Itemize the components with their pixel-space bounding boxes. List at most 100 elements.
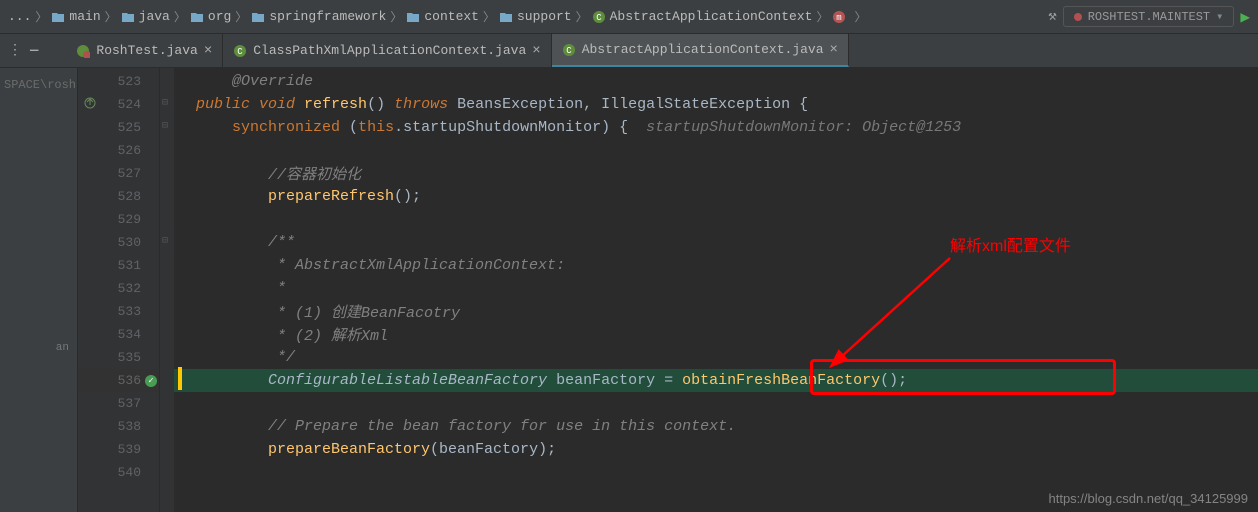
code-line[interactable]: prepareRefresh(); (160, 185, 1258, 208)
code-token: this (358, 119, 394, 136)
breadcrumb-item[interactable]: m (832, 10, 850, 24)
folder-icon (121, 10, 135, 24)
code-token: throws (394, 96, 457, 113)
code-token: refresh (304, 96, 367, 113)
breadcrumb-sep: 〉 (35, 8, 47, 25)
breadcrumb-label: context (424, 9, 479, 24)
breadcrumb-item[interactable]: context (406, 9, 479, 24)
close-icon[interactable]: × (204, 43, 212, 59)
code-token: (beanFactory); (430, 441, 556, 458)
code-line[interactable] (160, 392, 1258, 415)
caret-column-marker (178, 367, 182, 390)
breadcrumb-item[interactable]: main (51, 9, 100, 24)
code-token (178, 257, 268, 274)
editor-tab[interactable]: CAbstractApplicationContext.java× (552, 34, 849, 67)
fold-column: ⊟ ⊟ ⊟ (160, 68, 174, 512)
editor-tab[interactable]: RoshTest.java× (66, 34, 223, 67)
run-button[interactable]: ▶ (1240, 7, 1250, 27)
code-token: public void (196, 96, 304, 113)
breadcrumb-item[interactable]: springframework (251, 9, 386, 24)
code-token (178, 326, 268, 343)
breadcrumb-label: org (208, 9, 231, 24)
gutter-line[interactable]: 540 (78, 461, 159, 484)
override-icon[interactable] (84, 97, 96, 113)
code-token: * AbstractXmlApplicationContext: (268, 257, 565, 274)
chevron-right-icon: 〉 (105, 8, 117, 25)
run-config-selector[interactable]: ROSHTEST.MAINTEST ▾ (1063, 6, 1235, 27)
breadcrumb-item[interactable]: java (121, 9, 170, 24)
code-token: synchronized (232, 119, 349, 136)
editor-tab[interactable]: CClassPathXmlApplicationContext.java× (223, 34, 551, 67)
method-icon: m (832, 10, 846, 24)
code-line[interactable]: prepareBeanFactory(beanFactory); (160, 438, 1258, 461)
fold-handle-icon[interactable]: ⊟ (162, 97, 168, 109)
gutter-line[interactable]: 536✓ (78, 369, 159, 392)
gutter-line[interactable]: 538 (78, 415, 159, 438)
folder-icon (499, 10, 513, 24)
fold-handle-icon[interactable]: ⊟ (162, 120, 168, 132)
breadcrumb-item[interactable]: org (190, 9, 231, 24)
java-class-icon: C (562, 43, 576, 57)
more-icon[interactable]: ⋮ (8, 42, 22, 59)
gutter-line[interactable]: 529 (78, 208, 159, 231)
close-icon[interactable]: × (830, 42, 838, 58)
code-token: * (1) 创建BeanFacotry (268, 301, 460, 322)
code-line[interactable]: ConfigurableListableBeanFactory beanFact… (160, 369, 1258, 392)
class-icon: C (592, 10, 606, 24)
gutter-line[interactable]: 537 (78, 392, 159, 415)
code-token: prepareBeanFactory (268, 441, 430, 458)
gutter-line[interactable]: 523 (78, 70, 159, 93)
gutter-line[interactable]: 525 (78, 116, 159, 139)
gutter-line[interactable]: 532 (78, 277, 159, 300)
close-icon[interactable]: × (532, 43, 540, 59)
code-line[interactable]: synchronized (this.startupShutdownMonito… (160, 116, 1258, 139)
code-token (178, 234, 268, 251)
collapse-icon[interactable]: — (30, 43, 38, 59)
code-token (178, 418, 268, 435)
code-token: */ (268, 349, 295, 366)
gutter-line[interactable]: 526 (78, 139, 159, 162)
code-line[interactable] (160, 139, 1258, 162)
breadcrumb: ... 〉 main〉java〉org〉springframework〉cont… (8, 8, 1048, 25)
code-line[interactable]: * (160, 277, 1258, 300)
folder-icon (251, 10, 265, 24)
gutter-line[interactable]: 533 (78, 300, 159, 323)
gutter-line[interactable]: 527 (78, 162, 159, 185)
code-line[interactable]: * (1) 创建BeanFacotry (160, 300, 1258, 323)
project-panel-fragment: SPACE\rosh an (0, 68, 78, 512)
gutter-line[interactable]: 535 (78, 346, 159, 369)
gutter-line[interactable]: 539 (78, 438, 159, 461)
code-line[interactable]: public void refresh() throws BeansExcept… (160, 93, 1258, 116)
svg-text:C: C (566, 46, 572, 56)
code-token (178, 349, 268, 366)
hammer-icon[interactable]: ⚒ (1048, 8, 1056, 25)
gutter-line[interactable]: 531 (78, 254, 159, 277)
gutter-line[interactable]: 534 (78, 323, 159, 346)
code-line[interactable]: // Prepare the bean factory for use in t… (160, 415, 1258, 438)
breadcrumb-item[interactable]: support (499, 9, 572, 24)
chevron-right-icon: 〉 (576, 8, 588, 25)
gutter-line[interactable]: 530 (78, 231, 159, 254)
breadcrumb-item[interactable]: CAbstractApplicationContext (592, 9, 813, 24)
chevron-right-icon: 〉 (854, 8, 866, 25)
breakpoint-check-icon[interactable]: ✓ (145, 375, 157, 387)
code-line[interactable] (160, 208, 1258, 231)
code-line[interactable]: @Override (160, 70, 1258, 93)
code-line[interactable]: //容器初始化 (160, 162, 1258, 185)
code-line[interactable]: /** (160, 231, 1258, 254)
code-line[interactable] (160, 461, 1258, 484)
gutter-line[interactable]: 524 (78, 93, 159, 116)
code-line[interactable]: * AbstractXmlApplicationContext: (160, 254, 1258, 277)
tabs-bar: ⋮ — RoshTest.java×CClassPathXmlApplicati… (0, 34, 1258, 68)
fold-handle-icon[interactable]: ⊟ (162, 235, 168, 247)
code-line[interactable]: * (2) 解析Xml (160, 323, 1258, 346)
code-token: * (2) 解析Xml (268, 324, 388, 345)
code-token: * (268, 280, 286, 297)
code-token: @Override (178, 73, 313, 90)
code-line[interactable]: */ (160, 346, 1258, 369)
run-config-label: ROSHTEST.MAINTEST (1088, 10, 1210, 24)
code-token: startupShutdownMonitor: Object@1253 (646, 119, 961, 136)
gutter-line[interactable]: 528 (78, 185, 159, 208)
folder-icon (406, 10, 420, 24)
editor-code-area[interactable]: ⊟⊟⊟ 解析xml配置文件 @Override public void refr… (160, 68, 1258, 512)
